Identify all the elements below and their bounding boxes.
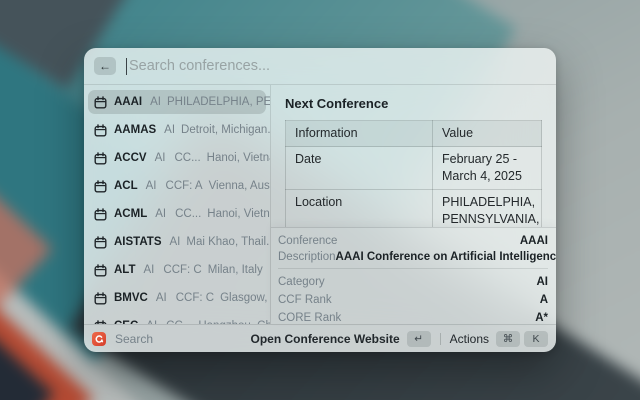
- footer-bar: Search Open Conference Website ↵ Actions…: [84, 324, 556, 352]
- table-cell-value: February 25 - March 4, 2025: [432, 146, 542, 190]
- detail-heading: Next Conference: [285, 96, 389, 111]
- metadata-value: A*: [535, 312, 548, 324]
- metadata-row: Description AAAI Conference on Artificia…: [278, 249, 556, 265]
- launcher-window: ← AAAI AI PHILADELPHIA, PE...: [84, 48, 556, 352]
- metadata-label: CCF Rank: [278, 294, 332, 306]
- next-conference-table: Information Value Date February 25 - Mar…: [285, 120, 542, 227]
- metadata-row: CORE Rank A*: [278, 309, 548, 324]
- conference-ccf-rank: CC...: [175, 208, 202, 220]
- extension-icon-glyph: [95, 334, 104, 343]
- conference-ccf-rank: CCF: C: [163, 264, 202, 276]
- calendar-icon: [94, 207, 107, 221]
- footer-separator: [439, 332, 441, 345]
- metadata-value: AAAI: [519, 235, 548, 247]
- conference-location: Detroit, Michigan...: [181, 124, 270, 136]
- primary-action[interactable]: Open Conference Website ↵: [250, 330, 431, 347]
- conference-location: Glasgow, UK: [220, 292, 270, 304]
- conference-list-item[interactable]: ACML AI CC... Hanoi, Vietnam: [88, 202, 270, 226]
- conference-acronym: ACL: [114, 180, 138, 192]
- conference-location: Hanoi, Vietnam: [207, 208, 270, 220]
- conference-list-item[interactable]: ACL AI CCF: A Vienna, Austria: [88, 174, 270, 198]
- enter-key-badge: ↵: [406, 330, 431, 347]
- metadata-row: Category AI: [278, 273, 548, 291]
- conference-category-tag: AI: [169, 236, 181, 248]
- back-button[interactable]: ←: [94, 57, 116, 75]
- conference-location: Milan, Italy: [207, 264, 263, 276]
- conference-location: Vienna, Austria: [208, 180, 270, 192]
- conference-ccf-rank: CC...: [174, 152, 201, 164]
- actions-label: Actions: [449, 331, 489, 346]
- table-header-value: Value: [432, 120, 542, 147]
- extension-icon: [92, 331, 106, 346]
- conference-acronym: AAAI: [114, 96, 143, 108]
- table-cell-information: Date: [285, 146, 433, 190]
- conference-category-tag: AI: [145, 180, 157, 192]
- conference-category-tag: AI: [154, 152, 166, 164]
- conference-list[interactable]: AAAI AI PHILADELPHIA, PE... AAMAS AI Det…: [84, 85, 270, 324]
- table-cell-information: Location: [285, 189, 433, 227]
- conference-acronym: AISTATS: [114, 236, 162, 248]
- detail-panel: Next Conference Information Value Date F…: [271, 85, 556, 324]
- table-row: Location PHILADELPHIA, PENNSYLVANIA, USA: [285, 189, 542, 227]
- table-body: Date February 25 - March 4, 2025 Locatio…: [285, 146, 542, 227]
- calendar-icon: [94, 95, 107, 109]
- conference-category-tag: AI: [155, 292, 167, 304]
- metadata-value: A: [539, 294, 548, 306]
- conference-list-item[interactable]: ALT AI CCF: C Milan, Italy: [88, 258, 266, 282]
- primary-action-label: Open Conference Website: [250, 331, 400, 346]
- detail-markdown-scroll[interactable]: Next Conference Information Value Date F…: [271, 85, 556, 227]
- conference-list-item[interactable]: CEC AI CC... Hangzhou, China: [88, 314, 270, 324]
- metadata-label: Conference: [278, 235, 338, 247]
- window-body: AAAI AI PHILADELPHIA, PE... AAMAS AI Det…: [84, 85, 556, 324]
- conference-acronym: ALT: [114, 264, 136, 276]
- conference-location: Mai Khao, Thail...: [186, 236, 270, 248]
- search-input[interactable]: [127, 58, 546, 74]
- table-header-row: Information Value: [285, 120, 542, 147]
- conference-list-item[interactable]: AISTATS AI Mai Khao, Thail...: [88, 230, 270, 254]
- conference-category-tag: AI: [164, 124, 176, 136]
- conference-category-tag: AI: [155, 208, 167, 220]
- calendar-icon: [94, 151, 107, 165]
- calendar-icon: [94, 179, 107, 193]
- command-key-badge: ⌘: [496, 330, 520, 347]
- metadata-label: CORE Rank: [278, 312, 342, 324]
- conference-list-item[interactable]: AAAI AI PHILADELPHIA, PE...: [88, 90, 270, 114]
- metadata-label: Category: [278, 276, 325, 288]
- conference-category-tag: AI: [143, 264, 155, 276]
- table-cell-value: PHILADELPHIA, PENNSYLVANIA, USA: [432, 189, 542, 227]
- conference-location: Hanoi, Vietnam: [206, 152, 270, 164]
- conference-acronym: ACCV: [114, 152, 147, 164]
- calendar-icon: [94, 123, 107, 137]
- conference-acronym: AAMAS: [114, 124, 157, 136]
- detail-metadata: Conference AAAI Description AAAI Confere…: [271, 227, 556, 324]
- conference-category-tag: AI: [150, 96, 161, 108]
- calendar-icon: [94, 291, 107, 305]
- calendar-icon: [94, 263, 107, 277]
- conference-list-item[interactable]: ACCV AI CC... Hanoi, Vietnam: [88, 146, 270, 170]
- k-key-badge: K: [524, 330, 548, 347]
- metadata-label: Description: [278, 251, 336, 263]
- back-arrow-icon: ←: [99, 59, 111, 73]
- conference-location: PHILADELPHIA, PE...: [167, 96, 270, 108]
- search-bar: ←: [84, 48, 556, 85]
- conference-ccf-rank: CCF: C: [175, 292, 215, 304]
- conference-acronym: ACML: [114, 208, 148, 220]
- table-header-information: Information: [285, 120, 433, 147]
- command-name: Search: [115, 331, 154, 346]
- conference-list-item[interactable]: BMVC AI CCF: C Glasgow, UK: [88, 286, 270, 310]
- actions-button[interactable]: Actions ⌘ K: [449, 330, 548, 347]
- calendar-icon: [94, 235, 107, 249]
- metadata-row: Conference AAAI: [278, 233, 548, 249]
- metadata-value: AI: [536, 276, 549, 288]
- conference-list-item[interactable]: AAMAS AI Detroit, Michigan...: [88, 118, 270, 142]
- metadata-divider: [278, 268, 548, 269]
- conference-acronym: BMVC: [114, 292, 148, 304]
- metadata-value: AAAI Conference on Artificial Intelligen…: [335, 251, 556, 263]
- metadata-row: CCF Rank A: [278, 291, 548, 309]
- conference-ccf-rank: CCF: A: [165, 180, 203, 192]
- table-row: Date February 25 - March 4, 2025: [285, 146, 542, 190]
